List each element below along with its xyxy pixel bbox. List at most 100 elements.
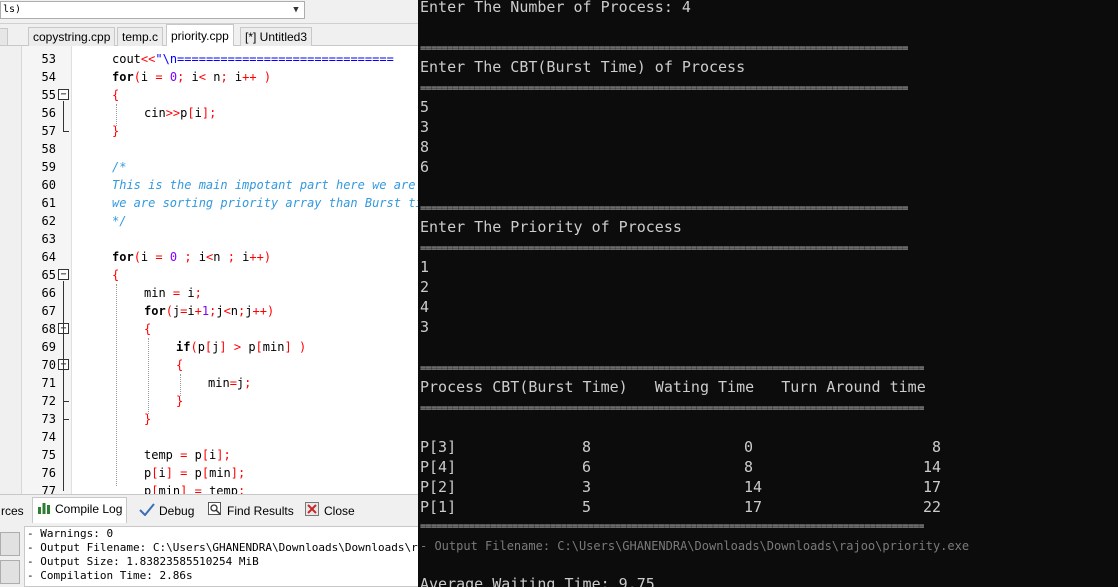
compile-log-panel: - Warnings: 0 - Output Filename: C:\User… xyxy=(0,524,420,587)
log-line: - Output Size: 1.83823585510254 MiB xyxy=(27,555,259,568)
editor-tabs: copystring.cpp temp.c priority.cpp [*] U… xyxy=(0,24,420,47)
line-number: 73 xyxy=(41,412,56,426)
tab-compile-log[interactable]: Compile Log xyxy=(32,497,128,523)
code-line[interactable]: 54 for(i = 0; i< n; i++ ) xyxy=(42,68,420,86)
line-number: 74 xyxy=(41,430,56,444)
code-line[interactable]: 72} xyxy=(42,392,420,410)
log-side-button[interactable] xyxy=(0,532,20,556)
code-line[interactable]: 65− { xyxy=(42,266,420,284)
code-line[interactable]: 60 This is the main impotant part here we… xyxy=(42,176,420,194)
code-line[interactable]: 59 /* xyxy=(42,158,420,176)
line-number: 66 xyxy=(41,286,56,300)
fold-collapse-icon[interactable]: − xyxy=(58,269,69,280)
code-line[interactable]: 66 min = i; xyxy=(42,284,420,302)
code-text: temp = p[i]; xyxy=(144,448,231,462)
tab-resources[interactable]: rces xyxy=(0,499,29,523)
code-text: for(i = 0 ; i<n ; i++) xyxy=(112,250,272,264)
console-cell-process: P[4] xyxy=(420,458,457,476)
line-number: 64 xyxy=(41,250,56,264)
code-text: min=j; xyxy=(208,376,252,390)
code-line[interactable]: 58 xyxy=(42,140,420,158)
tab-untitled3[interactable]: [*] Untitled3 xyxy=(240,27,313,46)
close-button[interactable]: Close xyxy=(300,499,360,523)
code-editor[interactable]: 53 cout<<"\n=============================… xyxy=(0,46,420,494)
scope-combo[interactable]: ls) ▼ xyxy=(0,1,305,19)
code-line[interactable]: 68−{ xyxy=(42,320,420,338)
fold-guide-line xyxy=(63,371,64,401)
line-number: 71 xyxy=(41,376,56,390)
console-separator: ========================================… xyxy=(420,44,908,53)
console-window[interactable]: Enter The Number of Process: 4 =========… xyxy=(418,0,1118,587)
code-line[interactable]: 53 cout<<"\n=============================… xyxy=(42,50,420,68)
fold-collapse-icon[interactable]: − xyxy=(58,89,69,100)
console-separator: ========================================… xyxy=(420,522,925,531)
code-text: p[min] = temp; xyxy=(144,484,246,494)
console-cell-process: P[3] xyxy=(420,438,457,456)
log-side-button[interactable] xyxy=(0,560,20,584)
console-prompt-count: Enter The Number of Process: 4 xyxy=(420,0,691,16)
tab-scroll-stub[interactable] xyxy=(0,28,8,46)
console-cell-cbt: 3 xyxy=(582,478,592,496)
console-cell-waiting: 17 xyxy=(744,498,763,516)
close-icon xyxy=(305,501,320,523)
code-line[interactable]: 77 p[min] = temp; xyxy=(42,482,420,494)
console-cell-process: P[1] xyxy=(420,498,457,516)
find-icon xyxy=(208,501,223,523)
chevron-down-icon[interactable]: ▼ xyxy=(288,2,304,18)
line-number: 67 xyxy=(41,304,56,318)
indent-guide xyxy=(180,374,181,396)
code-line[interactable]: 69 if(p[j] > p[min] ) xyxy=(42,338,420,356)
code-text: for(i = 0; i< n; i++ ) xyxy=(112,70,272,84)
bottom-panel-tabs: rces Compile Log Debug Find Results Clos… xyxy=(0,494,420,524)
console-cell-cbt: 6 xyxy=(582,458,592,476)
code-line[interactable]: 71 min=j; xyxy=(42,374,420,392)
code-line[interactable]: 63 xyxy=(42,230,420,248)
console-separator: ========================================… xyxy=(420,84,908,93)
code-line[interactable]: 57} xyxy=(42,122,420,140)
console-separator: ========================================… xyxy=(420,404,925,413)
ide-toolbar: ls) ▼ xyxy=(0,0,420,24)
tab-copystring[interactable]: copystring.cpp xyxy=(28,27,116,46)
code-area[interactable]: 53 cout<<"\n=============================… xyxy=(42,50,420,494)
code-line[interactable]: 73} xyxy=(42,410,420,428)
fold-guide-line xyxy=(63,101,64,131)
console-cell-cbt: 8 xyxy=(582,438,592,456)
console-priority-input: 4 xyxy=(420,298,430,316)
line-number: 68 xyxy=(41,322,56,336)
log-side-buttons xyxy=(0,528,22,587)
console-separator: ========================================… xyxy=(420,364,925,373)
tab-debug[interactable]: Debug xyxy=(134,499,199,523)
code-line[interactable]: 75 temp = p[i]; xyxy=(42,446,420,464)
ide-window: ls) ▼ copystring.cpp temp.c priority.cpp… xyxy=(0,0,420,587)
code-line[interactable]: 55− { xyxy=(42,86,420,104)
close-button-label: Close xyxy=(324,504,355,518)
code-line[interactable]: 67 for(j=i+1;j<n;j++) xyxy=(42,302,420,320)
fold-end-mark xyxy=(63,401,69,402)
compile-log-output[interactable]: - Warnings: 0 - Output Filename: C:\User… xyxy=(24,526,420,587)
tab-priority[interactable]: priority.cpp xyxy=(166,24,234,47)
code-text: for(j=i+1;j<n;j++) xyxy=(144,304,275,318)
code-line[interactable]: 56 cin>>p[i]; xyxy=(42,104,420,122)
line-number: 56 xyxy=(41,106,56,120)
code-line[interactable]: 64 for(i = 0 ; i<n ; i++) xyxy=(42,248,420,266)
indent-guide xyxy=(148,338,149,414)
line-number: 72 xyxy=(41,394,56,408)
code-line[interactable]: 61 we are sorting priority array than Bur… xyxy=(42,194,420,212)
indent-guide xyxy=(116,104,117,126)
code-line[interactable]: 70−{ xyxy=(42,356,420,374)
line-number: 55 xyxy=(41,88,56,102)
code-line[interactable]: 62 */ xyxy=(42,212,420,230)
tab-find-results[interactable]: Find Results xyxy=(203,499,299,523)
code-text: if(p[j] > p[min] ) xyxy=(176,340,307,354)
line-number: 57 xyxy=(41,124,56,138)
console-priority-input: 3 xyxy=(420,318,430,336)
console-cell-cbt: 5 xyxy=(582,498,592,516)
line-number: 69 xyxy=(41,340,56,354)
code-text: cout<<"\n============================== xyxy=(112,52,394,66)
code-line[interactable]: 74 xyxy=(42,428,420,446)
line-number: 53 xyxy=(41,52,56,66)
console-cell-waiting: 14 xyxy=(744,478,763,496)
tab-temp[interactable]: temp.c xyxy=(117,27,164,46)
code-line[interactable]: 76 p[i] = p[min]; xyxy=(42,464,420,482)
console-separator: ========================================… xyxy=(420,244,908,253)
